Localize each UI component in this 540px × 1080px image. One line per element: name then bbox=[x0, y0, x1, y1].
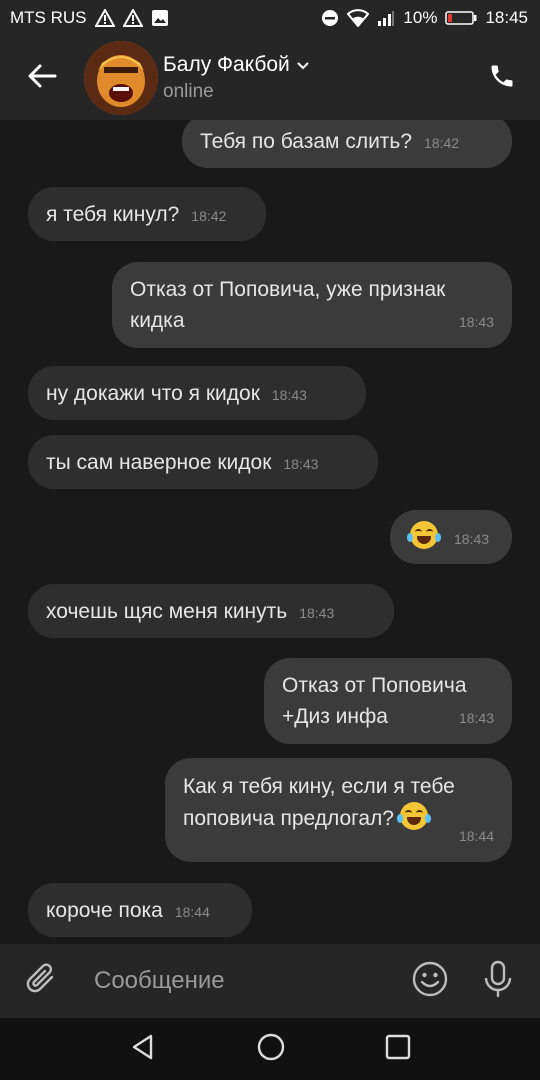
carrier-label: MTS RUS bbox=[10, 8, 87, 27]
message-text: Отказ от Поповича +Диз инфа bbox=[282, 674, 467, 728]
message-time: 18:42 bbox=[191, 208, 227, 224]
back-button[interactable] bbox=[0, 36, 84, 120]
voice-button[interactable] bbox=[476, 944, 520, 1018]
triangle-back-icon[interactable] bbox=[129, 1033, 157, 1066]
message-bubble-outgoing[interactable]: Как я тебя кину, если я тебе поповича пр… bbox=[165, 758, 512, 862]
battery-percent: 10% bbox=[403, 8, 438, 27]
clock: 18:45 bbox=[485, 8, 528, 27]
microphone-icon bbox=[482, 960, 514, 1003]
arrow-left-icon bbox=[27, 63, 57, 94]
message-bubble-outgoing[interactable]: Отказ от Поповича +Диз инфа 18:43 bbox=[264, 658, 512, 744]
message-time: 18:42 bbox=[424, 135, 460, 151]
chat-header: Балу Факбой online bbox=[0, 36, 540, 120]
message-time: 18:43 bbox=[458, 314, 494, 330]
message-list[interactable]: Тебя по базам слить? 18:42 я тебя кинул? 1… bbox=[0, 120, 540, 944]
message-bubble-incoming[interactable]: хочешь щяс меня кинуть 18:43 bbox=[28, 584, 394, 638]
message-text: хочешь щяс меня кинуть bbox=[46, 600, 288, 623]
message-bubble-incoming[interactable]: короче пока 18:44 bbox=[28, 883, 252, 937]
message-text: Отказ от Поповича, уже признак кидка bbox=[130, 278, 446, 332]
signal-icon bbox=[377, 10, 395, 26]
circle-home-icon[interactable] bbox=[256, 1032, 286, 1067]
warning-icon bbox=[94, 9, 115, 27]
attach-button[interactable] bbox=[0, 944, 84, 1018]
message-time: 18:43 bbox=[283, 456, 319, 472]
message-time: 18:44 bbox=[174, 904, 210, 920]
status-bar: MTS RUS 10% 18:45 bbox=[0, 0, 540, 36]
contact-info[interactable]: Балу Факбой online bbox=[163, 53, 310, 103]
face-with-tears-of-joy-icon bbox=[407, 521, 441, 549]
message-time: 18:43 bbox=[454, 531, 490, 547]
call-button[interactable] bbox=[484, 60, 520, 96]
message-time: 18:44 bbox=[458, 828, 494, 844]
message-bubble-incoming[interactable]: я тебя кинул? 18:42 bbox=[28, 187, 266, 241]
square-recent-icon[interactable] bbox=[385, 1034, 411, 1065]
face-with-tears-of-joy-icon bbox=[396, 802, 431, 830]
message-text: короче пока bbox=[46, 899, 163, 922]
chevron-down-icon bbox=[296, 53, 310, 77]
message-text: я тебя кинул? bbox=[46, 203, 180, 226]
smiley-icon bbox=[412, 961, 448, 1002]
message-bubble-outgoing[interactable]: 18:43 bbox=[390, 510, 512, 564]
message-bubble-outgoing[interactable]: Тебя по базам слить? 18:42 bbox=[182, 120, 512, 168]
warning-icon bbox=[122, 9, 143, 27]
contact-status: online bbox=[163, 81, 214, 102]
emoji-button[interactable] bbox=[408, 944, 452, 1018]
battery-icon bbox=[445, 10, 477, 26]
paperclip-icon bbox=[26, 962, 58, 1001]
message-text: ты сам наверное кидок bbox=[46, 451, 272, 474]
message-text: ну докажи что я кидок bbox=[46, 382, 260, 405]
contact-name: Балу Факбой bbox=[163, 53, 290, 76]
wifi-icon bbox=[347, 9, 370, 27]
message-time: 18:43 bbox=[271, 387, 307, 403]
message-text: Тебя по базам слить? bbox=[200, 130, 413, 153]
message-bubble-incoming[interactable]: ты сам наверное кидок 18:43 bbox=[28, 435, 378, 489]
message-input[interactable] bbox=[92, 966, 408, 996]
do-not-disturb-icon bbox=[321, 9, 339, 27]
phone-icon bbox=[488, 62, 516, 95]
message-time: 18:43 bbox=[458, 710, 494, 726]
system-nav-bar bbox=[0, 1018, 540, 1080]
message-bubble-outgoing[interactable]: Отказ от Поповича, уже признак кидка 18:4… bbox=[112, 262, 512, 348]
image-icon bbox=[151, 9, 169, 27]
avatar[interactable] bbox=[84, 41, 158, 115]
message-bubble-incoming[interactable]: ну докажи что я кидок 18:43 bbox=[28, 366, 366, 420]
message-time: 18:43 bbox=[299, 605, 335, 621]
message-composer bbox=[0, 944, 540, 1018]
